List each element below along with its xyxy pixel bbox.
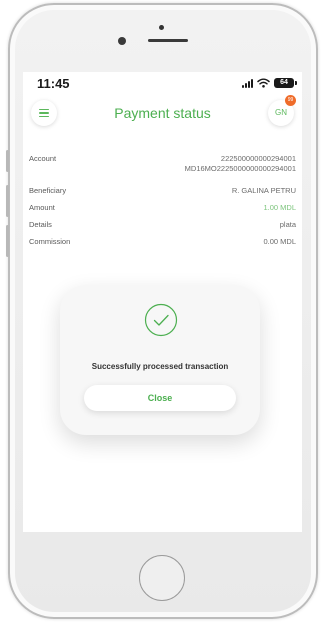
front-camera	[118, 37, 126, 45]
commission-value: 0.00 MDL	[263, 237, 296, 246]
close-button[interactable]: Close	[84, 385, 236, 411]
account-iban: MD16MO2225000000000294001	[184, 164, 296, 173]
status-icons: 64	[242, 77, 297, 89]
amount-value: 1.00 MDL	[263, 203, 296, 212]
battery-icon: 64	[274, 78, 297, 88]
detail-row-amount: Amount 1.00 MDL	[29, 203, 296, 220]
status-time: 11:45	[37, 76, 70, 91]
profile-button[interactable]: GN 99	[268, 95, 296, 126]
wifi-icon	[257, 78, 270, 88]
profile-initials: GN	[275, 108, 287, 117]
detail-row-beneficiary: Beneficiary R. GALINA PETRU	[29, 186, 296, 203]
beneficiary-label: Beneficiary	[29, 186, 67, 195]
account-value: 222500000000294001 MD16MO222500000000029…	[185, 154, 296, 174]
notification-badge: 99	[285, 95, 296, 106]
camera-dot	[159, 25, 164, 30]
side-button	[6, 185, 9, 217]
beneficiary-value: R. GALINA PETRU	[231, 186, 296, 195]
detail-row-details: Details plata	[29, 220, 296, 237]
earpiece	[148, 39, 188, 42]
page-title: Payment status	[114, 105, 211, 121]
app-screenshot: 11:45 64 Payment status GN 99 Account 22…	[0, 0, 324, 625]
signal-icon	[242, 78, 253, 88]
detail-row-account: Account 222500000000294001 MD16MO2225000…	[29, 154, 296, 186]
success-message: Successfully processed transaction	[91, 362, 229, 371]
commission-label: Commission	[29, 237, 71, 246]
check-circle-icon	[144, 303, 178, 337]
home-button[interactable]	[139, 555, 185, 601]
details-label: Details	[29, 220, 52, 229]
side-button	[6, 150, 9, 172]
amount-label: Amount	[29, 203, 55, 212]
detail-row-commission: Commission 0.00 MDL	[29, 237, 296, 254]
success-dialog: Successfully processed transaction Close	[60, 285, 260, 435]
app-header: Payment status GN 99	[23, 95, 302, 132]
account-label: Account	[29, 154, 57, 163]
payment-details: Account 222500000000294001 MD16MO2225000…	[29, 154, 296, 254]
details-value: plata	[279, 220, 296, 229]
status-bar: 11:45 64	[23, 72, 302, 94]
account-number: 222500000000294001	[220, 154, 296, 163]
side-button	[6, 225, 9, 257]
app-screen: 11:45 64 Payment status GN 99 Account 22…	[23, 72, 302, 532]
